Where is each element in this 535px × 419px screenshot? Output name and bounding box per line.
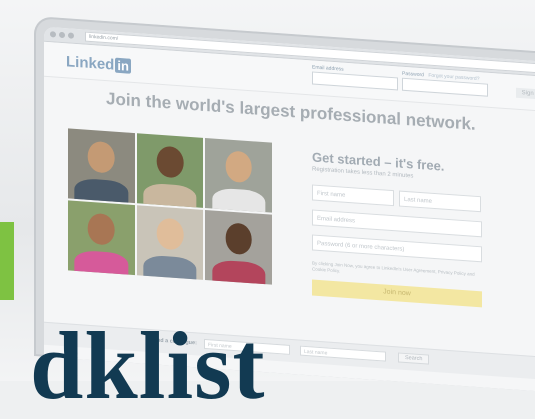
member-photo <box>205 137 272 213</box>
photo-body <box>74 249 128 276</box>
photo-head <box>156 145 184 179</box>
reload-icon[interactable] <box>68 32 74 39</box>
email-input[interactable]: Email address <box>312 209 482 238</box>
back-icon[interactable] <box>50 31 56 38</box>
member-photo <box>136 133 204 208</box>
photo-head <box>225 150 252 184</box>
linkedin-logo[interactable]: Linked in <box>66 53 131 75</box>
email-field-group: Email address <box>312 64 398 91</box>
overlay-heading: dklist <box>30 312 266 419</box>
photo-body <box>212 259 266 285</box>
member-photo <box>136 205 204 280</box>
green-accent-bar <box>0 222 14 300</box>
sign-in-button[interactable]: Sign in <box>515 87 535 100</box>
search-button[interactable]: Search <box>398 352 430 365</box>
photo-head <box>88 140 115 174</box>
find-last-name-input[interactable]: Last name <box>300 345 386 362</box>
photo-head <box>225 222 252 256</box>
member-photo <box>205 209 272 285</box>
first-name-input[interactable]: First name <box>312 184 394 207</box>
last-name-input[interactable]: Last name <box>399 190 481 213</box>
photo-body <box>212 187 266 213</box>
logo-badge: in <box>115 57 131 74</box>
photo-body <box>143 182 197 208</box>
forward-icon[interactable] <box>59 31 65 39</box>
photo-head <box>88 212 115 246</box>
header-email-input[interactable] <box>312 71 398 91</box>
member-photo <box>68 200 135 276</box>
photo-body <box>74 177 128 204</box>
password-field-group: Password Forgot your password? <box>402 71 488 97</box>
photo-head <box>156 217 184 251</box>
signup-form: Get started – it's free. Registration ta… <box>312 149 482 307</box>
member-photo-grid <box>68 128 272 285</box>
member-photo <box>68 128 135 204</box>
logo-text: Linked <box>66 53 115 74</box>
photo-body <box>143 254 197 280</box>
password-input[interactable]: Password (6 or more characters) <box>312 234 482 263</box>
